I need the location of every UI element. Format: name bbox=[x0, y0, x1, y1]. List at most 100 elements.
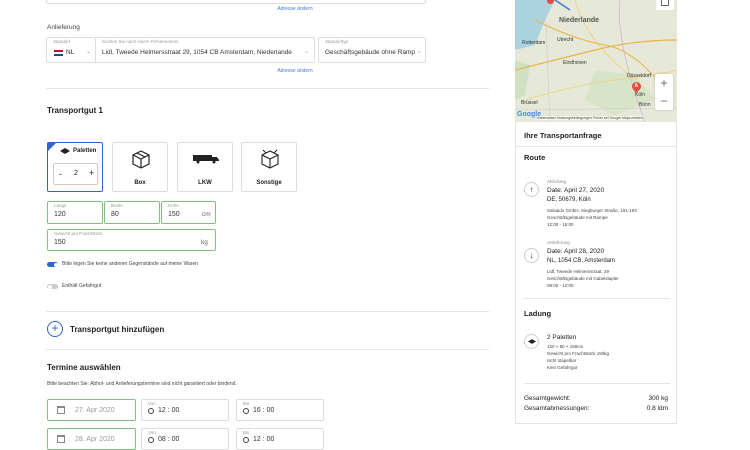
delivery-date-input[interactable]: 28. Apr 2020 bbox=[47, 428, 136, 450]
dates-heading: Termine auswählen bbox=[47, 363, 121, 372]
cargo-type-other[interactable]: Sonstige bbox=[241, 142, 297, 192]
pickup-line1: Salsaido GmbH, Siegburger Straße, 191-19… bbox=[547, 208, 637, 213]
zoom-out-button[interactable]: − bbox=[655, 92, 673, 110]
pickup-to-value: 16 : 00 bbox=[253, 407, 275, 414]
hazardous-toggle[interactable] bbox=[47, 284, 58, 289]
pickup-kind: Abholung bbox=[547, 179, 567, 184]
cargo-hazard: Kein Gefahrgut bbox=[547, 365, 578, 370]
chevron-down-icon: ⌄ bbox=[304, 49, 310, 55]
top-section-border bbox=[46, 0, 426, 4]
map-city-label: Bonn bbox=[639, 102, 651, 108]
divider bbox=[524, 298, 670, 299]
pickup-date: Date: April 27, 2020 bbox=[547, 187, 605, 194]
height-label: Höhe bbox=[168, 203, 179, 208]
non-stackable-label: Bitte legen Sie keine anderen Gegenständ… bbox=[62, 261, 199, 267]
width-label: Breite bbox=[111, 203, 123, 208]
delivery-time-from[interactable]: Von 08 : 00 bbox=[141, 428, 229, 450]
dates-note: Bitte beachten Sie: Abhol- und Anlieferu… bbox=[47, 381, 237, 387]
route-title: Route bbox=[524, 153, 546, 162]
length-input[interactable]: Länge 120 bbox=[47, 201, 103, 224]
height-input[interactable]: Höhe 150 cm bbox=[161, 201, 216, 224]
non-stackable-toggle[interactable] bbox=[47, 262, 58, 267]
weight-input[interactable]: Gewicht pro Frachtstück 150 kg bbox=[47, 229, 216, 251]
location-type-select[interactable]: Standorttyp Geschäftsgebäude ohne Rampe … bbox=[318, 37, 426, 63]
pickup-time-to[interactable]: Bis 16 : 00 bbox=[236, 399, 324, 421]
cargo-dims: 120 × 80 × 150cm bbox=[547, 344, 584, 349]
map-city-label: Rotterdam bbox=[522, 40, 546, 46]
total-weight-label: Gesamtgewicht: bbox=[524, 395, 571, 402]
delivery-to-value: 12 : 00 bbox=[253, 436, 275, 443]
pickup-from-value: 12 : 00 bbox=[158, 407, 180, 414]
delivery-line1: Lidl, Tweede Helmersstraat, 29 bbox=[547, 269, 609, 274]
map-city-label: Utrecht bbox=[557, 37, 574, 43]
quantity-stepper[interactable]: - 2 + bbox=[53, 163, 98, 185]
country-select-label: Standort bbox=[53, 39, 71, 44]
toggle-knob bbox=[53, 262, 58, 267]
cargo-stack: nicht stapelbar bbox=[547, 358, 577, 363]
fullscreen-icon bbox=[661, 0, 669, 6]
map-attribution: Kartendaten Nutzungsbedingungen Fehler b… bbox=[537, 116, 643, 120]
divider bbox=[46, 349, 489, 350]
map-city-label: Düsseldorf bbox=[627, 73, 651, 79]
cargo-title: Ladung bbox=[524, 309, 552, 318]
location-type-label: Standorttyp bbox=[325, 39, 349, 44]
calendar-icon bbox=[57, 435, 65, 443]
divider bbox=[516, 146, 676, 147]
decrement-button[interactable]: - bbox=[59, 169, 62, 179]
clock-icon bbox=[148, 408, 154, 414]
cargo-type-label: Box bbox=[134, 180, 146, 186]
pickup-date-input[interactable]: 27. Apr 2020 bbox=[47, 399, 136, 421]
cargo-type-pallets[interactable]: Paletten - 2 + bbox=[47, 142, 103, 192]
box-icon bbox=[132, 150, 150, 169]
change-address-link-pickup[interactable]: Adresse ändern bbox=[240, 6, 350, 12]
delivery-kind: Anlieferung bbox=[547, 240, 570, 245]
delivery-date-value: 28. Apr 2020 bbox=[75, 436, 115, 443]
cargo-name: 2 Paletten bbox=[547, 334, 577, 341]
delivery-line2: Geschäftsgebäude mit Gabelstapler bbox=[547, 276, 619, 281]
weight-label: Gewicht pro Frachtstück bbox=[54, 231, 103, 236]
cargo-type-box[interactable]: Box bbox=[112, 142, 168, 192]
map[interactable]: Niederlande Rotterdam Utrecht Eindhoven … bbox=[515, 0, 677, 122]
delivery-heading: Anlieferung bbox=[47, 24, 80, 31]
change-address-link-delivery[interactable]: Adresse ändern bbox=[240, 68, 350, 74]
fullscreen-button[interactable] bbox=[656, 0, 674, 10]
total-weight-value: 300 kg bbox=[648, 395, 668, 402]
dimension-unit: cm bbox=[202, 211, 211, 218]
address-search-value: Lidl, Tweede Helmersstraat 29, 1054 CB A… bbox=[102, 49, 292, 56]
time-to-label: Bis bbox=[243, 401, 250, 406]
length-value: 120 bbox=[54, 211, 66, 218]
quantity-value[interactable]: 2 bbox=[74, 170, 78, 177]
location-type-value: Geschäftsgebäude ohne Rampe bbox=[325, 49, 415, 56]
pickup-date-value: 27. Apr 2020 bbox=[75, 407, 115, 414]
pickup-arrow-icon: ↑ bbox=[524, 182, 539, 197]
address-search-label: Suchen Sie nach einem Firmennamen bbox=[102, 39, 179, 44]
delivery-place: NL, 1054 CB, Amsterdam bbox=[547, 258, 616, 264]
country-select[interactable]: Standort NL ⌄ bbox=[46, 37, 96, 63]
delivery-arrow-icon: ↓ bbox=[524, 248, 539, 263]
address-search-input[interactable]: Suchen Sie nach einem Firmennamen Lidl, … bbox=[95, 37, 315, 63]
add-transport-item-button[interactable]: + Transportgut hinzufügen bbox=[46, 320, 186, 340]
delivery-time-to[interactable]: Bis 12 : 00 bbox=[236, 428, 324, 450]
increment-button[interactable]: + bbox=[89, 168, 94, 178]
divider bbox=[46, 88, 489, 89]
time-from-label: Von bbox=[148, 430, 156, 435]
pallet-icon bbox=[524, 334, 539, 349]
add-transport-item-label: Transportgut hinzufügen bbox=[70, 325, 165, 334]
transport-summary-panel: Ihre Transportanfrage Route ↑ Abholung D… bbox=[515, 122, 677, 424]
height-value: 150 bbox=[168, 211, 180, 218]
clock-icon bbox=[243, 408, 249, 414]
cargo-type-truck[interactable]: LKW bbox=[177, 142, 233, 192]
cargo-weight: Gewicht pro Frachtstück 150kg bbox=[547, 351, 610, 356]
selected-corner-icon bbox=[48, 143, 56, 151]
width-input[interactable]: Breite 80 bbox=[104, 201, 160, 224]
pickup-time-from[interactable]: Von 12 : 00 bbox=[141, 399, 229, 421]
chevron-down-icon: ⌄ bbox=[417, 49, 423, 55]
map-city-label: Eindhoven bbox=[563, 60, 587, 66]
netherlands-flag-icon bbox=[54, 50, 63, 56]
time-to-label: Bis bbox=[243, 430, 250, 435]
map-city-label: Köln bbox=[635, 92, 646, 98]
zoom-in-button[interactable]: + bbox=[655, 74, 673, 92]
total-dims-value: 0.8 ldm bbox=[646, 405, 668, 412]
map-country-label: Niederlande bbox=[559, 17, 600, 24]
calendar-icon bbox=[57, 406, 65, 414]
